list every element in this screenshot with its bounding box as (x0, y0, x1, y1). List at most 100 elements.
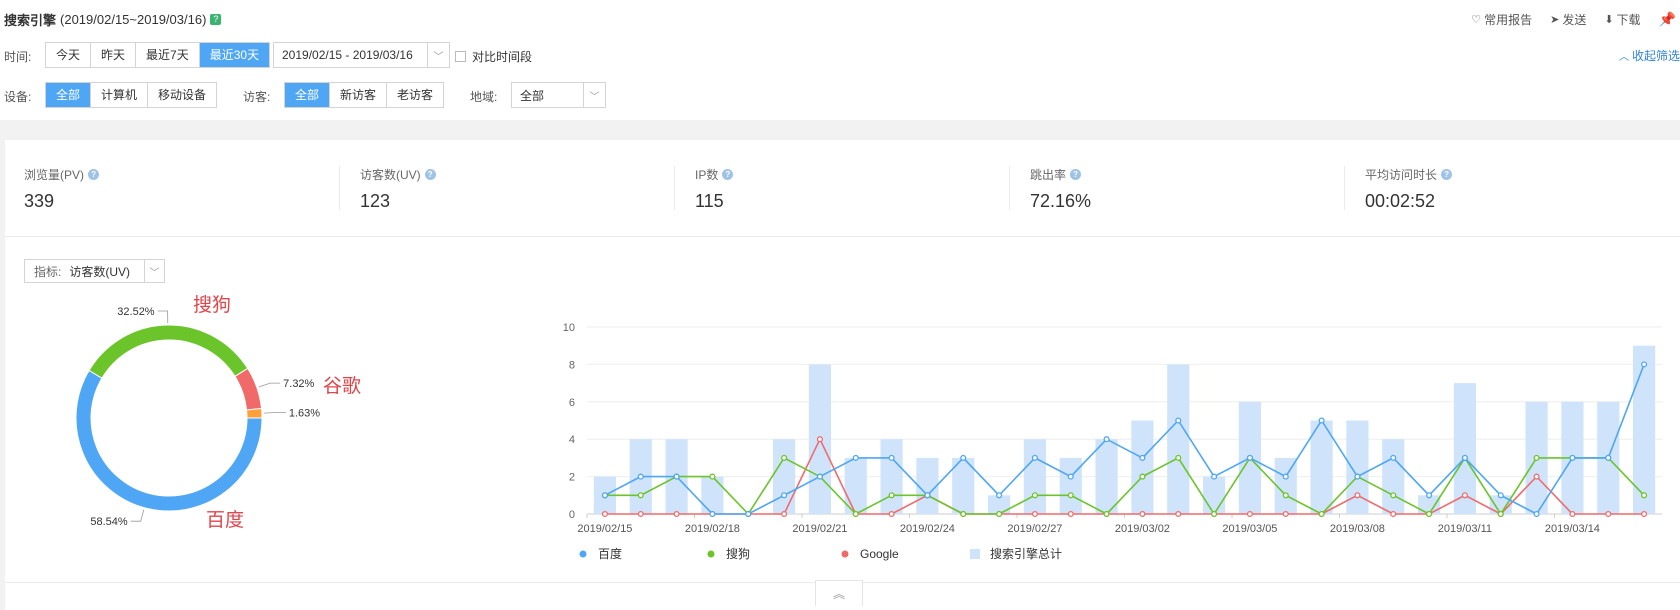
bar (880, 439, 903, 514)
y-tick-label: 8 (569, 359, 575, 371)
data-point (1318, 510, 1325, 518)
data-point (852, 454, 859, 461)
bar (1167, 364, 1190, 514)
data-point (1282, 473, 1289, 480)
data-point (888, 510, 895, 518)
bar (772, 439, 796, 514)
data-point (1139, 510, 1146, 518)
data-point (996, 492, 1003, 499)
x-tick-label: 2019/03/02 (1115, 523, 1170, 535)
data-point (816, 436, 823, 443)
data-point (1211, 510, 1218, 518)
data-point (1175, 510, 1182, 518)
data-point (637, 492, 644, 499)
bar (1382, 439, 1405, 514)
data-point (1031, 454, 1038, 461)
data-point (1103, 436, 1110, 443)
y-tick-label: 2 (569, 472, 575, 484)
x-tick-label: 2019/02/27 (1007, 523, 1062, 535)
data-point (1103, 510, 1110, 518)
series-line (604, 456, 1645, 516)
bar (701, 476, 724, 514)
y-tick-label: 0 (569, 509, 575, 521)
data-point (960, 454, 967, 461)
data-point (1318, 417, 1325, 424)
data-point (781, 454, 788, 461)
data-point (709, 473, 716, 480)
data-point (1175, 454, 1182, 461)
data-point (1641, 510, 1648, 518)
legend-marker (841, 550, 849, 558)
data-point (1031, 492, 1038, 499)
bar (1131, 420, 1154, 514)
data-point (1246, 510, 1253, 518)
data-point (960, 510, 967, 518)
data-point (1641, 361, 1648, 368)
data-point (1426, 492, 1433, 499)
bar (1023, 439, 1047, 514)
legend-label: Google (860, 547, 899, 561)
x-tick-label: 2019/03/11 (1438, 523, 1492, 535)
data-point (1390, 510, 1397, 518)
data-point (1246, 454, 1253, 461)
data-point (1533, 473, 1540, 480)
data-point (1139, 473, 1146, 480)
y-tick-label: 6 (569, 397, 575, 409)
legend-label: 百度 (598, 546, 622, 561)
data-point (601, 510, 608, 518)
data-point (1067, 473, 1074, 480)
x-tick-label: 2019/03/08 (1330, 523, 1385, 535)
y-tick-label: 4 (569, 434, 575, 446)
data-point (1354, 492, 1361, 499)
bar (1059, 457, 1082, 514)
data-point (601, 492, 608, 499)
data-point (1426, 510, 1433, 518)
x-tick-label: 2019/03/14 (1545, 523, 1600, 535)
bar (1632, 345, 1656, 514)
data-point (1569, 510, 1576, 518)
data-point (996, 510, 1003, 518)
data-point (1067, 492, 1074, 499)
data-point (1175, 417, 1182, 424)
data-point (673, 510, 680, 518)
data-point (709, 510, 716, 518)
data-point (1605, 454, 1612, 461)
data-point (1282, 492, 1289, 499)
legend-label: 搜索引擎总计 (990, 546, 1062, 561)
bar (1274, 457, 1297, 514)
legend-marker (579, 550, 587, 558)
data-point (888, 492, 895, 499)
data-point (1641, 492, 1648, 499)
data-point (1031, 510, 1038, 518)
legend-label: 搜狗 (726, 546, 750, 561)
data-point (1211, 473, 1218, 480)
bar (916, 457, 939, 514)
x-tick-label: 2019/02/18 (685, 523, 740, 535)
data-point (1533, 510, 1540, 518)
data-point (1067, 510, 1074, 518)
data-point (1139, 454, 1146, 461)
data-point (745, 510, 752, 518)
data-point (924, 492, 931, 499)
data-point (781, 510, 788, 518)
y-tick-label: 10 (563, 322, 575, 334)
data-point (1533, 454, 1540, 461)
bar (1202, 476, 1226, 514)
data-point (1390, 492, 1397, 499)
data-point (1497, 492, 1504, 499)
double-chevron-up-icon: ︽ (832, 587, 845, 601)
x-tick-label: 2019/02/15 (577, 523, 632, 535)
collapse-chart-button[interactable]: ︽ (815, 580, 863, 606)
data-point (888, 454, 895, 461)
bar (1095, 439, 1118, 514)
trend-chart: 0 2 4 6 8 10 2019/02/15 2019/02/18 2019/02/21 201… (563, 322, 1662, 561)
data-point (1461, 492, 1468, 499)
data-point (1354, 473, 1361, 480)
data-point (673, 473, 680, 480)
data-point (1497, 510, 1504, 518)
data-point (1390, 454, 1397, 461)
legend-marker (970, 549, 980, 559)
data-point (1569, 454, 1576, 461)
data-point (637, 510, 644, 518)
x-tick-label: 2019/03/05 (1222, 523, 1277, 535)
